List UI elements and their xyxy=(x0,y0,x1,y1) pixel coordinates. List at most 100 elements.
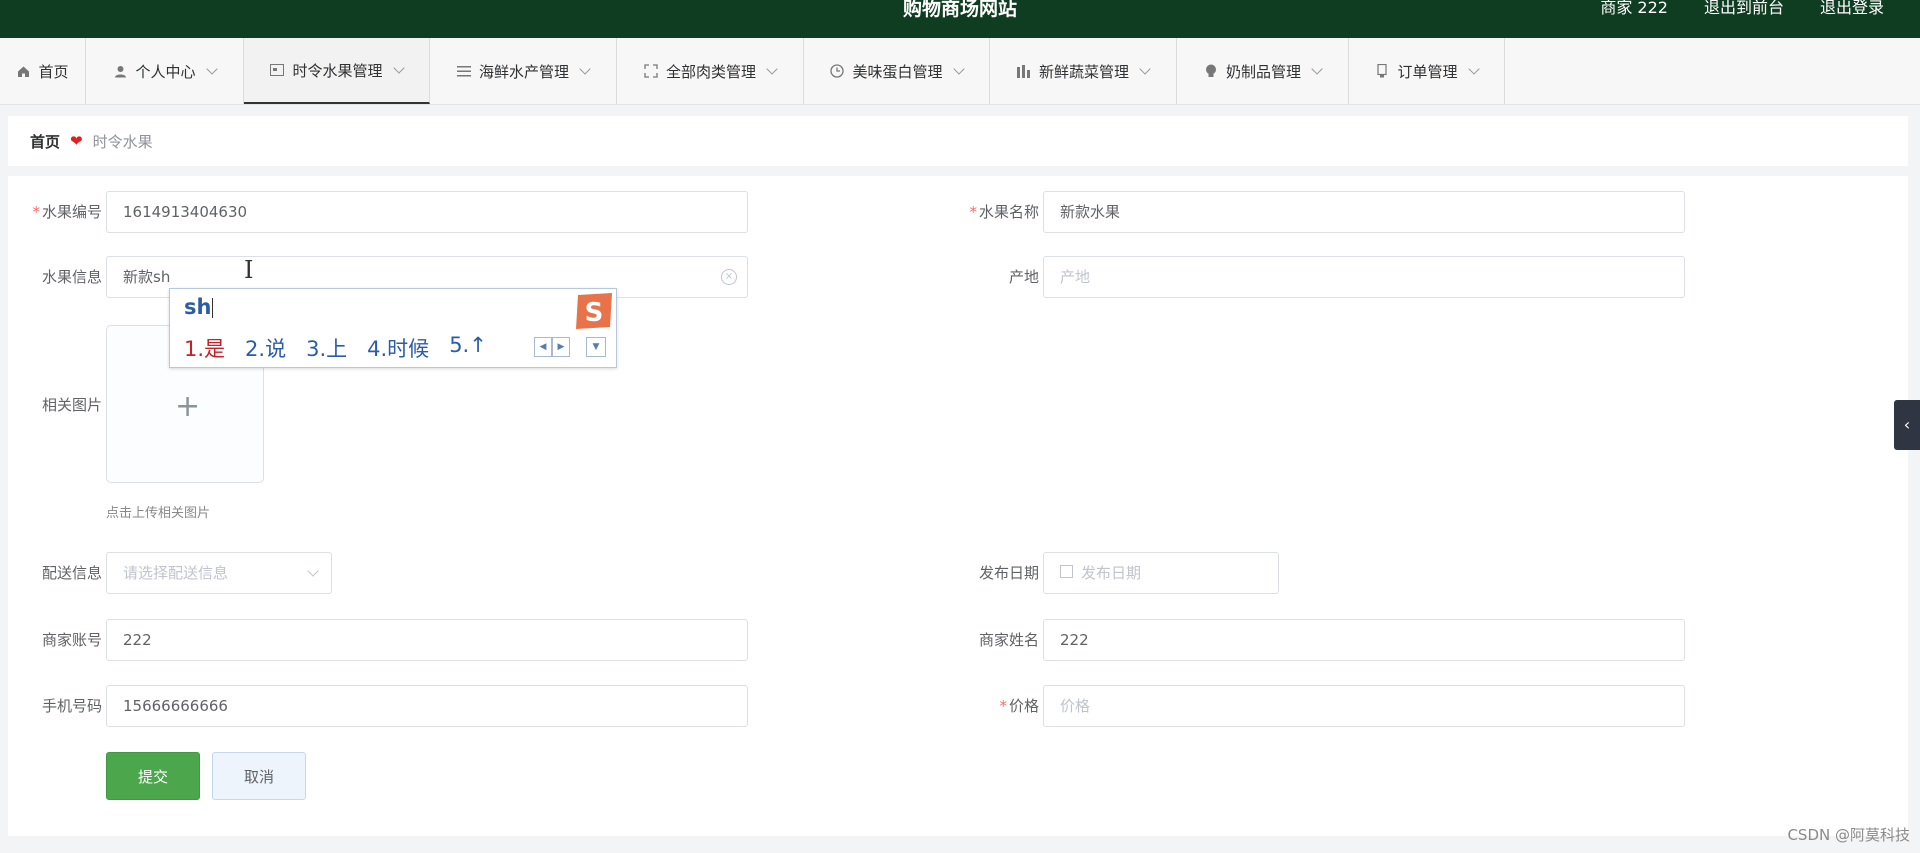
nav-item-seafood-management[interactable]: 海鲜水产管理 xyxy=(430,38,617,104)
chevron-down-icon xyxy=(205,63,218,75)
heart-icon: ❤ xyxy=(70,132,83,150)
phone-label: 手机号码 xyxy=(41,697,102,715)
fruit-name-label: * 水果名称 xyxy=(953,191,1039,233)
nav-item-dairy-management[interactable]: 奶制品管理 xyxy=(1177,38,1349,104)
clear-icon[interactable]: × xyxy=(721,269,737,285)
fullscreen-icon xyxy=(644,64,658,78)
breadcrumb: 首页 ❤ 时令水果 xyxy=(8,116,1908,166)
publish-date-label: 发布日期 xyxy=(978,564,1039,582)
fruit-name-input[interactable]: 新款水果 xyxy=(1043,191,1685,233)
chevron-down-icon xyxy=(952,63,965,75)
required-mark: * xyxy=(999,697,1007,715)
chevron-down-icon xyxy=(766,63,778,75)
origin-input[interactable]: 产地 xyxy=(1043,256,1685,298)
label-text: 水果编号 xyxy=(41,203,102,221)
top-header: 购物商场网站 商家 222 退出到前台 退出登录 xyxy=(0,0,1920,38)
home-icon xyxy=(16,64,30,78)
upload-hint: 点击上传相关图片 xyxy=(106,506,211,521)
phone-input[interactable]: 15666666666 xyxy=(106,685,748,727)
ime-candidate[interactable]: 1.是 xyxy=(184,333,225,363)
nav-item-personal-center[interactable]: 个人中心 xyxy=(86,38,244,104)
merchant-account-label: 商家账号 xyxy=(41,631,102,649)
calendar-icon xyxy=(1060,565,1073,578)
next-page-icon[interactable]: ▶ xyxy=(552,337,570,357)
side-collapse-tab[interactable]: ‹ xyxy=(1894,400,1920,450)
ime-candidate-popup: sh 1.是 2.说 3.上 4.时候 5.↑ S ◀ ▶ ▼ xyxy=(169,288,617,368)
label-text: 水果名称 xyxy=(978,203,1039,221)
list-icon xyxy=(456,64,471,78)
watermark: CSDN @阿莫科技 xyxy=(1787,826,1910,844)
nav-item-vegetable-management[interactable]: 新鲜蔬菜管理 xyxy=(990,38,1177,104)
exit-to-front-link[interactable]: 退出到前台 xyxy=(1704,0,1784,16)
nav-label: 时令水果管理 xyxy=(292,61,383,80)
nav-label: 订单管理 xyxy=(1397,62,1458,81)
origin-label: 产地 xyxy=(1008,268,1039,286)
cancel-button[interactable]: 取消 xyxy=(212,752,306,800)
form-panel: * 水果编号 1614913404630 * 水果名称 新款水果 水果信息 新款sh… xyxy=(8,176,1908,836)
bulb-icon xyxy=(1204,64,1218,78)
chevron-down-icon xyxy=(307,565,319,577)
publish-date-placeholder: 发布日期 xyxy=(1081,564,1142,582)
nav-label: 全部肉类管理 xyxy=(665,62,756,81)
fruit-id-input[interactable]: 1614913404630 xyxy=(106,191,748,233)
chevron-down-icon xyxy=(1139,63,1151,75)
nav-label: 美味蛋白管理 xyxy=(852,62,943,81)
breadcrumb-home[interactable]: 首页 xyxy=(30,131,60,152)
merchant-name-label: 商家姓名 xyxy=(978,631,1039,649)
nav-item-meat-management[interactable]: 全部肉类管理 xyxy=(617,38,804,104)
chevron-down-icon xyxy=(1467,63,1480,75)
fruit-id-label: * 水果编号 xyxy=(16,191,102,233)
chevron-down-icon xyxy=(579,63,591,75)
chevron-down-icon xyxy=(392,62,405,74)
clock-icon xyxy=(830,64,845,78)
plus-icon: + xyxy=(175,389,201,424)
ime-candidate[interactable]: 4.时候 xyxy=(367,333,429,363)
ime-composition-text: sh xyxy=(184,295,212,319)
fruit-info-value: 新款sh xyxy=(123,268,171,286)
merchant-account-input[interactable]: 222 xyxy=(106,619,748,661)
ime-candidates: 1.是 2.说 3.上 4.时候 5.↑ xyxy=(184,333,487,363)
main-nav: 首页 个人中心 时令水果管理 海鲜水产管理 全部肉类管理 美味蛋白管理 新鲜蔬菜… xyxy=(0,38,1920,105)
bar-chart-icon xyxy=(1016,64,1031,78)
submit-button[interactable]: 提交 xyxy=(106,752,200,800)
price-input[interactable]: 价格 xyxy=(1043,685,1685,727)
nav-item-order-management[interactable]: 订单管理 xyxy=(1349,38,1505,104)
nav-item-fruit-management[interactable]: 时令水果管理 xyxy=(244,38,430,104)
logout-link[interactable]: 退出登录 xyxy=(1820,0,1884,16)
nav-label: 个人中心 xyxy=(135,62,196,81)
delivery-label: 配送信息 xyxy=(41,564,102,582)
publish-date-picker[interactable]: 发布日期 xyxy=(1043,552,1279,594)
image-label: 相关图片 xyxy=(41,396,102,414)
delivery-placeholder: 请选择配送信息 xyxy=(123,564,229,582)
current-user: 商家 222 xyxy=(1600,0,1668,17)
required-mark: * xyxy=(32,203,40,221)
ime-composition: sh xyxy=(184,295,214,319)
ime-candidate[interactable]: 5.↑ xyxy=(449,333,487,363)
nav-item-protein-management[interactable]: 美味蛋白管理 xyxy=(804,38,990,104)
order-icon xyxy=(1375,64,1389,78)
nav-item-home[interactable]: 首页 xyxy=(0,38,86,104)
delivery-select[interactable]: 请选择配送信息 xyxy=(106,552,332,594)
ime-caret xyxy=(212,298,214,318)
card-icon xyxy=(270,63,285,77)
ime-candidate[interactable]: 3.上 xyxy=(306,333,347,363)
chevron-down-icon xyxy=(1311,63,1323,75)
sogou-logo-icon: S xyxy=(576,293,612,329)
nav-label: 新鲜蔬菜管理 xyxy=(1038,62,1129,81)
required-mark: * xyxy=(969,203,977,221)
header-actions: 商家 222 退出到前台 退出登录 xyxy=(1600,0,1884,16)
text-cursor-icon: I xyxy=(244,256,254,284)
nav-label: 奶制品管理 xyxy=(1225,62,1301,81)
sogou-logo-letter: S xyxy=(585,298,604,328)
label-text: 价格 xyxy=(1008,697,1039,715)
prev-page-icon[interactable]: ◀ xyxy=(534,337,552,357)
merchant-name-input[interactable]: 222 xyxy=(1043,619,1685,661)
breadcrumb-current: 时令水果 xyxy=(92,132,153,151)
fruit-info-label: 水果信息 xyxy=(41,268,102,286)
user-icon xyxy=(113,64,127,78)
price-label: * 价格 xyxy=(953,685,1039,727)
ime-candidate[interactable]: 2.说 xyxy=(245,333,286,363)
nav-label: 首页 xyxy=(38,62,69,81)
expand-icon[interactable]: ▼ xyxy=(586,337,606,357)
nav-label: 海鲜水产管理 xyxy=(478,62,569,81)
